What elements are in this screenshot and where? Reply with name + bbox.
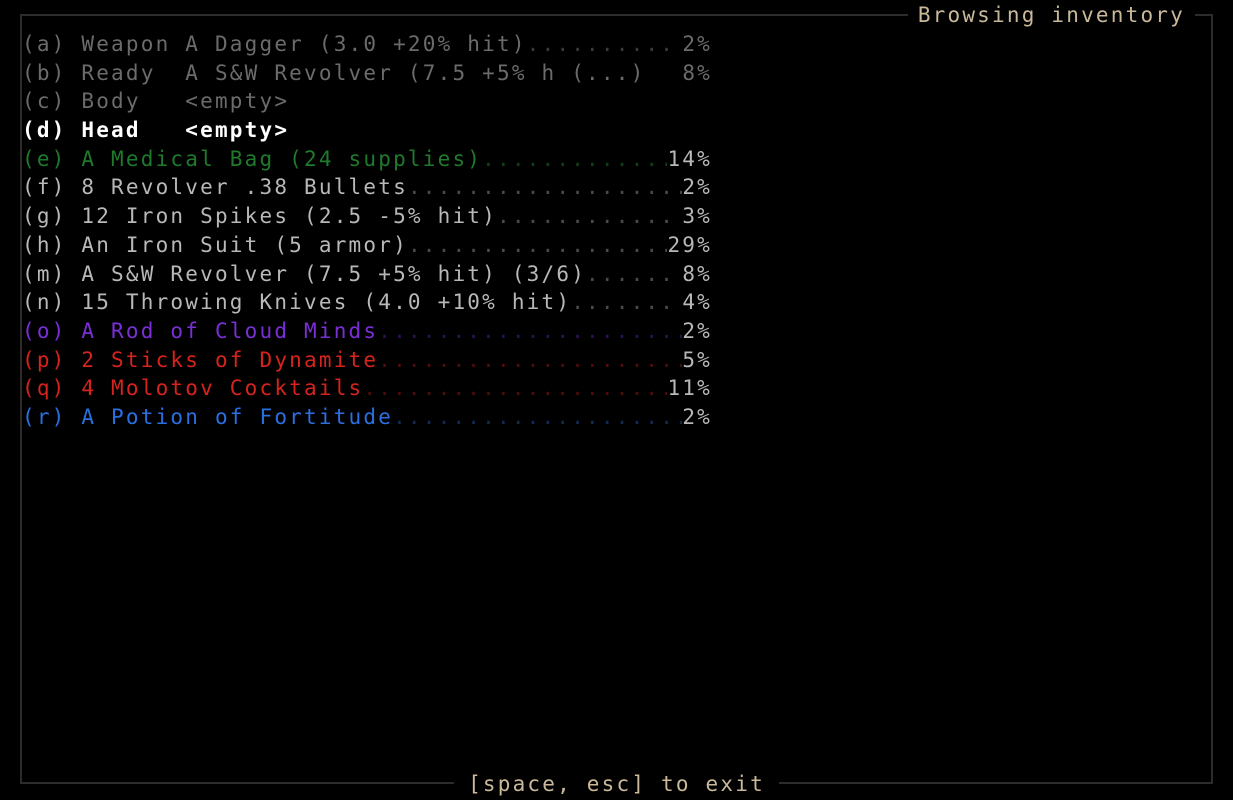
inventory-item-label: 15 Throwing Knives (4.0 +10% hit) xyxy=(81,290,572,315)
inventory-dot-leader: ...... xyxy=(586,261,676,286)
inventory-row[interactable]: (p) 2 Sticks of Dynamite................… xyxy=(22,346,712,375)
inventory-item-weight-percent: 14% xyxy=(667,146,712,171)
inventory-dot-leader: ..................... xyxy=(378,347,683,372)
window-title-bar: Browsing inventory xyxy=(20,2,1213,28)
inventory-row-key: (c) xyxy=(22,89,67,114)
inventory-item-label: An Iron Suit (5 armor) xyxy=(81,232,408,257)
inventory-row[interactable]: (d) Head <empty> xyxy=(22,116,712,145)
inventory-row[interactable]: (r) A Potion of Fortitude...............… xyxy=(22,403,712,432)
inventory-row[interactable]: (q) 4 Molotov Cocktails.................… xyxy=(22,374,712,403)
inventory-row[interactable]: (o) A Rod of Cloud Minds................… xyxy=(22,317,712,346)
inventory-item-label: A S&W Revolver (7.5 +5% hit) (3/6) xyxy=(81,261,587,286)
inventory-row-key: (h) xyxy=(22,232,67,257)
inventory-row-slot xyxy=(67,145,82,174)
page-title: Browsing inventory xyxy=(907,2,1195,28)
inventory-row-slot xyxy=(67,317,82,346)
window-footer-bar: [space, esc] to exit xyxy=(20,771,1213,797)
inventory-row-key: (b) xyxy=(22,60,67,85)
inventory-dot-leader: .......... xyxy=(526,32,676,56)
inventory-row-slot: Weapon xyxy=(66,32,186,56)
inventory-item-label: A Potion of Fortitude xyxy=(81,404,394,429)
inventory-item-label: A Medical Bag (24 supplies) xyxy=(81,146,483,171)
inventory-item-label: A S&W Revolver (7.5 +5% h (...) xyxy=(185,60,646,85)
inventory-item-weight-percent: 5% xyxy=(682,347,712,372)
inventory-row-key: (o) xyxy=(22,318,67,343)
inventory-item-weight-percent: 8% xyxy=(682,261,712,286)
inventory-row-slot: Ready xyxy=(66,60,186,85)
inventory-row[interactable]: (g) 12 Iron Spikes (2.5 -5% hit)........… xyxy=(22,202,712,231)
inventory-row[interactable]: (f) 8 Revolver .38 Bullets..............… xyxy=(22,173,712,202)
exit-hint: [space, esc] to exit xyxy=(454,771,779,797)
inventory-item-weight-percent: 4% xyxy=(682,290,712,315)
inventory-item-weight-percent: 2% xyxy=(682,404,712,429)
inventory-item-weight-percent: 29% xyxy=(667,232,712,257)
inventory-row-key: (r) xyxy=(22,404,67,429)
inventory-dot-leader: ............ xyxy=(496,204,676,229)
inventory-list[interactable]: (a) Weapon A Dagger (3.0 +20% hit)......… xyxy=(22,30,712,432)
inventory-row-slot: Head xyxy=(66,118,186,143)
inventory-row-slot xyxy=(67,231,82,260)
inventory-row-key: (p) xyxy=(22,347,67,372)
inventory-row[interactable]: (h) An Iron Suit (5 armor)..............… xyxy=(22,231,712,260)
inventory-row-slot xyxy=(67,288,82,317)
inventory-row-key: (d) xyxy=(22,118,67,143)
inventory-row[interactable]: (n) 15 Throwing Knives (4.0 +10% hit)...… xyxy=(22,288,712,317)
inventory-row-key: (q) xyxy=(22,376,67,401)
inventory-item-label: 2 Sticks of Dynamite xyxy=(81,347,379,372)
inventory-item-label: A Rod of Cloud Minds xyxy=(81,318,379,343)
game-screen: Browsing inventory (a) Weapon A Dagger (… xyxy=(0,0,1233,800)
inventory-row-slot xyxy=(67,346,82,375)
inventory-row-slot xyxy=(67,374,82,403)
inventory-row-key: (g) xyxy=(22,204,67,229)
inventory-dot-leader: .................... xyxy=(393,404,683,429)
inventory-item-weight-percent: 2% xyxy=(682,318,712,343)
inventory-row-key: (m) xyxy=(22,261,67,286)
inventory-row-slot xyxy=(67,403,82,432)
inventory-dot-leader: ............. xyxy=(482,146,668,171)
inventory-dot-leader: ..................... xyxy=(378,318,683,343)
inventory-item-label: A Dagger (3.0 +20% hit) xyxy=(185,32,527,56)
inventory-item-weight-percent: 11% xyxy=(667,376,712,401)
inventory-row-slot xyxy=(67,260,82,289)
inventory-row-slot xyxy=(67,202,82,231)
inventory-item-label: <empty> xyxy=(185,118,290,143)
inventory-dot-leader: ................... xyxy=(407,175,683,200)
inventory-item-label: 12 Iron Spikes (2.5 -5% hit) xyxy=(81,204,497,229)
inventory-row[interactable]: (b) Ready A S&W Revolver (7.5 +5% h (...… xyxy=(22,59,712,88)
inventory-row-key: (a) xyxy=(22,32,67,56)
inventory-item-label: <empty> xyxy=(185,89,290,114)
inventory-row[interactable]: (c) Body <empty> xyxy=(22,87,712,116)
inventory-row-slot: Body xyxy=(66,89,186,114)
inventory-dot-leader: ....... xyxy=(571,290,676,315)
inventory-row-key: (f) xyxy=(22,175,67,200)
inventory-item-weight-percent: 3% xyxy=(682,204,712,229)
inventory-row-key: (n) xyxy=(22,290,67,315)
inventory-item-weight-percent: 2% xyxy=(682,32,712,56)
inventory-row[interactable]: (m) A S&W Revolver (7.5 +5% hit) (3/6)..… xyxy=(22,260,712,289)
inventory-item-label: 4 Molotov Cocktails xyxy=(81,376,364,401)
inventory-dot-leader: .................. xyxy=(407,232,668,257)
inventory-row-key: (e) xyxy=(22,146,67,171)
inventory-row-slot xyxy=(67,173,82,202)
inventory-item-weight-percent: 8% xyxy=(682,60,712,85)
inventory-row[interactable]: (a) Weapon A Dagger (3.0 +20% hit)......… xyxy=(22,30,712,59)
inventory-dot-leader: ..................... xyxy=(363,376,668,401)
inventory-row[interactable]: (e) A Medical Bag (24 supplies).........… xyxy=(22,145,712,174)
inventory-item-weight-percent: 2% xyxy=(682,175,712,200)
inventory-item-label: 8 Revolver .38 Bullets xyxy=(81,175,408,200)
